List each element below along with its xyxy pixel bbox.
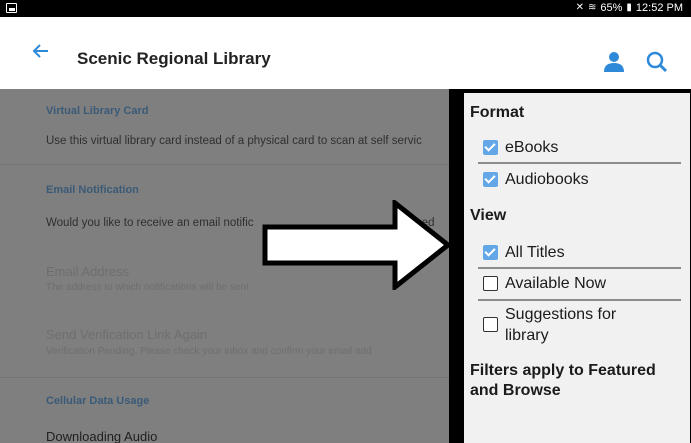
virtual-card-header: Virtual Library Card — [46, 105, 149, 117]
back-arrow-icon[interactable] — [31, 41, 51, 61]
gallery-notification-icon — [6, 3, 17, 13]
all-titles-label[interactable]: All Titles — [505, 244, 565, 262]
app-bar: Scenic Regional Library — [0, 17, 691, 89]
audiobooks-checkbox[interactable] — [483, 172, 498, 187]
option-divider — [478, 162, 681, 164]
option-divider — [478, 299, 681, 301]
audiobooks-label[interactable]: Audiobooks — [505, 171, 589, 189]
downloading-audio-label[interactable]: Downloading Audio — [46, 429, 157, 443]
suggestions-label-line2[interactable]: library — [505, 327, 549, 345]
page-title: Scenic Regional Library — [77, 49, 271, 68]
email-notification-header: Email Notification — [46, 184, 139, 196]
option-divider — [478, 267, 681, 269]
ebooks-checkbox[interactable] — [483, 140, 498, 155]
format-heading: Format — [470, 104, 525, 121]
status-right-cluster: ✕ ≋ 65% ▮ 12:52 PM — [576, 2, 683, 14]
virtual-card-text: Use this virtual library card instead of… — [46, 135, 422, 147]
filter-note: Filters apply to Featured and Browse — [470, 362, 656, 399]
view-heading: View — [470, 207, 507, 224]
battery-icon: ▮ — [626, 2, 632, 13]
send-verification-sub: Verification Pending. Please check your … — [46, 346, 372, 357]
email-address-label[interactable]: Email Address — [46, 264, 129, 279]
battery-percent: 65% — [600, 2, 623, 14]
suggestions-label-line1[interactable]: Suggestions for — [505, 306, 616, 324]
suggestions-checkbox[interactable] — [483, 317, 498, 332]
status-bar: ✕ ≋ 65% ▮ 12:52 PM — [0, 0, 691, 17]
pointer-arrow-icon — [262, 200, 452, 290]
available-now-checkbox[interactable] — [483, 276, 498, 291]
clock: 12:52 PM — [635, 2, 683, 14]
cellular-data-header: Cellular Data Usage — [46, 395, 150, 407]
all-titles-checkbox[interactable] — [483, 245, 498, 260]
wifi-icon: ≋ — [587, 2, 597, 13]
mute-icon: ✕ — [575, 2, 584, 13]
search-icon[interactable] — [646, 51, 668, 73]
email-notification-text: Would you like to receive an email notif… — [46, 217, 254, 229]
send-verification-label[interactable]: Send Verification Link Again — [46, 327, 207, 342]
ebooks-label[interactable]: eBooks — [505, 139, 558, 157]
account-icon[interactable] — [603, 52, 625, 72]
email-address-sub: The address to which notifications will … — [46, 282, 249, 293]
available-now-label[interactable]: Available Now — [505, 275, 606, 293]
